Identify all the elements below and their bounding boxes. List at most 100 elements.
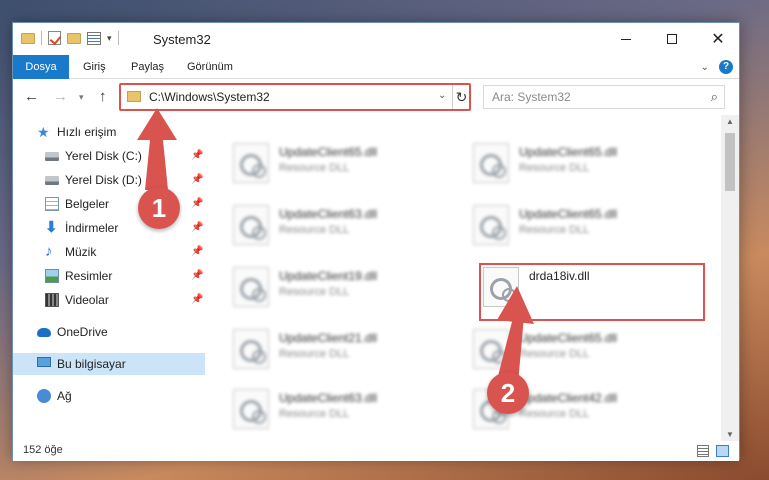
- address-bar[interactable]: C:\Windows\System32 ⌄ ↻: [119, 83, 471, 111]
- pictures-icon: [45, 269, 59, 283]
- step-marker-2: 2: [487, 372, 529, 414]
- back-arrow-icon[interactable]: ←: [24, 88, 39, 105]
- scroll-up-icon[interactable]: ▲: [726, 117, 734, 126]
- sidebar-item-local-disk-d[interactable]: Yerel Disk (D:) 📌: [13, 169, 205, 191]
- file-type: Resource DLL: [279, 286, 350, 298]
- file-item[interactable]: UpdateClient19.dll Resource DLL: [217, 259, 437, 309]
- pin-icon[interactable]: 📌: [191, 145, 203, 167]
- dll-file-icon: [233, 267, 269, 307]
- file-name: UpdateClient65.dll: [519, 331, 618, 345]
- navigation-bar: ← → ▾ ↑ C:\Windows\System32 ⌄ ↻ Ara: Sys…: [13, 79, 739, 115]
- folder-icon: [21, 32, 35, 44]
- disk-icon: [45, 152, 59, 161]
- pin-icon[interactable]: 📌: [191, 241, 203, 263]
- star-icon: ★: [37, 124, 50, 140]
- ribbon-right-controls: ⌄ ?: [701, 60, 733, 74]
- file-item[interactable]: UpdateClient65.dll Resource DLL: [457, 197, 677, 247]
- file-item[interactable]: UpdateClient65.dll Resource DLL: [217, 135, 437, 185]
- forward-arrow-icon[interactable]: →: [53, 88, 68, 105]
- dll-file-icon: [473, 205, 509, 245]
- refresh-icon[interactable]: ↻: [452, 85, 470, 109]
- sidebar-item-music[interactable]: ♪ Müzik 📌: [13, 241, 205, 263]
- large-icons-view-icon[interactable]: [716, 445, 729, 457]
- sidebar-item-label: Yerel Disk (C:): [65, 149, 142, 163]
- help-icon[interactable]: ?: [719, 60, 733, 74]
- network-icon: [37, 389, 51, 403]
- sidebar-item-label: Hızlı erişim: [57, 125, 117, 139]
- tab-home[interactable]: Giriş: [71, 55, 118, 79]
- pin-icon[interactable]: 📌: [191, 169, 203, 191]
- file-item[interactable]: UpdateClient65.dll Resource DLL: [457, 321, 677, 371]
- view-properties-icon[interactable]: [87, 31, 101, 45]
- sidebar-item-this-pc[interactable]: Bu bilgisayar: [13, 353, 205, 375]
- dll-file-icon: [233, 143, 269, 183]
- quick-access-toolbar: ▾: [21, 31, 119, 45]
- address-history-dropdown-icon[interactable]: ⌄: [438, 90, 446, 101]
- dll-file-icon: [473, 143, 509, 183]
- search-placeholder: Ara: System32: [492, 90, 571, 104]
- expand-ribbon-icon[interactable]: ⌄: [701, 62, 709, 73]
- new-folder-icon[interactable]: [67, 32, 81, 44]
- search-icon[interactable]: ⌕: [711, 89, 718, 105]
- sidebar-item-label: Bu bilgisayar: [57, 357, 126, 371]
- properties-check-icon[interactable]: [48, 31, 61, 45]
- scroll-down-icon[interactable]: ▼: [726, 430, 734, 439]
- navigation-pane: ★ Hızlı erişim Yerel Disk (C:) 📌 Yerel D…: [13, 115, 205, 441]
- sidebar-item-onedrive[interactable]: OneDrive: [13, 321, 205, 343]
- file-type: Resource DLL: [279, 224, 350, 236]
- ribbon-tabs: Dosya Giriş Paylaş Görünüm ⌄ ?: [13, 55, 739, 105]
- download-icon: ⬇: [45, 219, 58, 236]
- tab-view[interactable]: Görünüm: [175, 55, 245, 79]
- file-name: UpdateClient65.dll: [519, 145, 618, 159]
- up-arrow-icon[interactable]: ↑: [99, 88, 107, 105]
- scrollbar-thumb[interactable]: [725, 133, 735, 191]
- close-button[interactable]: ✕: [695, 23, 741, 55]
- address-path[interactable]: C:\Windows\System32: [149, 90, 270, 104]
- file-name: UpdateClient42.dll: [519, 391, 618, 405]
- sidebar-item-label: Belgeler: [65, 197, 110, 211]
- minimize-button[interactable]: [603, 23, 649, 55]
- details-view-icon[interactable]: [697, 445, 709, 457]
- status-bar: 152 öğe: [13, 441, 739, 461]
- file-item[interactable]: UpdateClient63.dll Resource DLL: [217, 381, 437, 431]
- sidebar-item-quick-access[interactable]: ★ Hızlı erişim: [13, 121, 205, 143]
- sidebar-item-label: Müzik: [65, 245, 97, 259]
- sidebar-item-pictures[interactable]: Resimler 📌: [13, 265, 205, 287]
- pin-icon[interactable]: 📌: [191, 217, 203, 239]
- file-type: Resource DLL: [519, 408, 590, 420]
- step-marker-1: 1: [138, 187, 180, 229]
- file-type: Resource DLL: [279, 408, 350, 420]
- toolbar-divider: [41, 31, 42, 45]
- file-type: Resource DLL: [519, 224, 590, 236]
- pin-icon[interactable]: 📌: [191, 193, 203, 215]
- pin-icon[interactable]: 📌: [191, 265, 203, 287]
- file-item[interactable]: UpdateClient21.dll Resource DLL: [217, 321, 437, 371]
- sidebar-item-label: Yerel Disk (D:): [65, 173, 142, 187]
- dll-file-icon: [473, 329, 509, 369]
- window-title: System32: [153, 32, 211, 47]
- vertical-scrollbar[interactable]: ▲ ▼: [721, 115, 739, 441]
- file-type: Resource DLL: [519, 162, 590, 174]
- sidebar-item-label: Ağ: [57, 389, 72, 403]
- pin-icon[interactable]: 📌: [191, 289, 203, 311]
- highlight-box: [479, 263, 705, 321]
- sidebar-item-network[interactable]: Ağ: [13, 385, 205, 407]
- tab-share[interactable]: Paylaş: [119, 55, 176, 79]
- maximize-button[interactable]: [649, 23, 695, 55]
- recent-locations-icon[interactable]: ▾: [79, 92, 84, 103]
- disk-icon: [45, 176, 59, 185]
- sidebar-item-downloads[interactable]: ⬇ İndirmeler 📌: [13, 217, 205, 239]
- explorer-window: ▾ System32 ✕ Dosya Giriş Paylaş Görünüm …: [12, 22, 740, 461]
- dll-file-icon: [233, 329, 269, 369]
- dll-file-icon: [233, 205, 269, 245]
- file-type: Resource DLL: [279, 348, 350, 360]
- customize-dropdown-icon[interactable]: ▾: [107, 33, 112, 44]
- search-box[interactable]: Ara: System32 ⌕: [483, 85, 725, 109]
- title-bar: ▾ System32 ✕: [13, 23, 739, 55]
- file-name: UpdateClient65.dll: [279, 145, 378, 159]
- sidebar-item-local-disk-c[interactable]: Yerel Disk (C:) 📌: [13, 145, 205, 167]
- videos-icon: [45, 293, 59, 307]
- sidebar-item-videos[interactable]: Videolar 📌: [13, 289, 205, 311]
- file-item[interactable]: UpdateClient65.dll Resource DLL: [457, 135, 677, 185]
- file-item[interactable]: UpdateClient63.dll Resource DLL: [217, 197, 437, 247]
